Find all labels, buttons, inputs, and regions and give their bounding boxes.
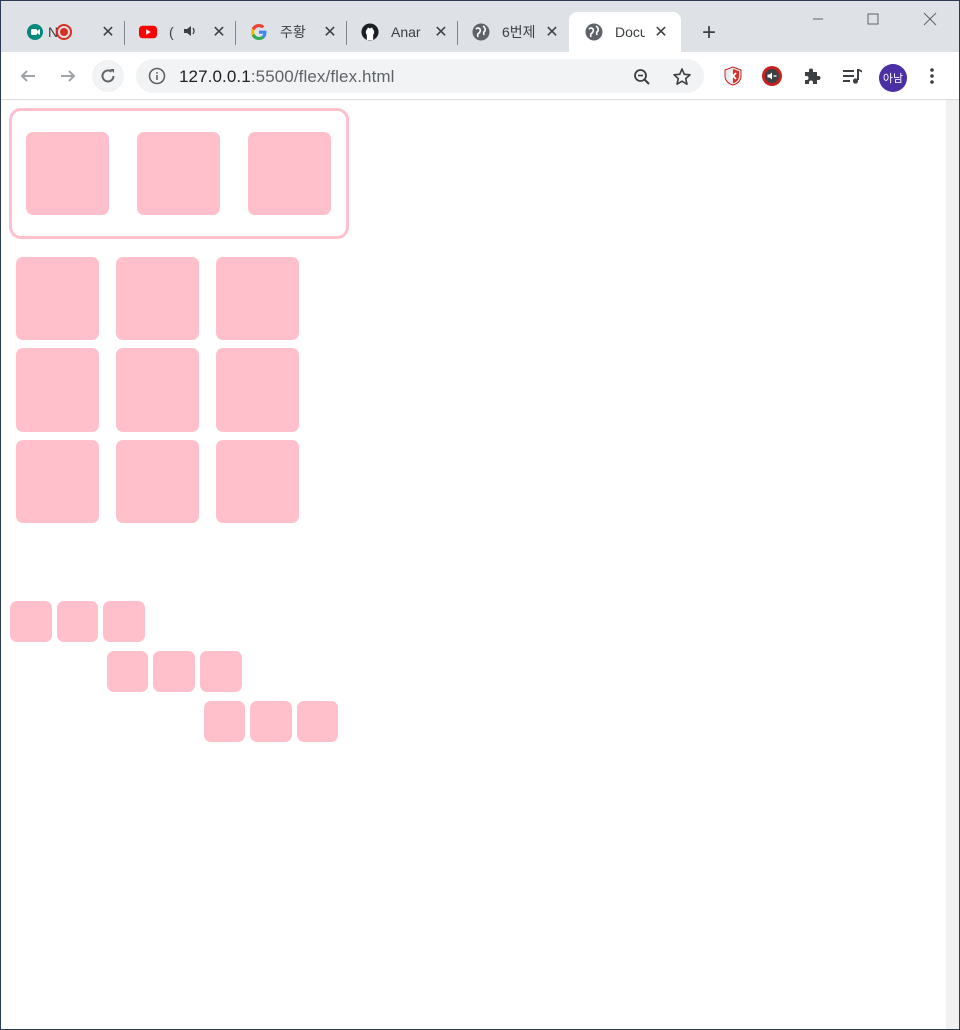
globe-icon xyxy=(585,23,603,41)
reload-button[interactable] xyxy=(92,60,124,92)
tab-youtube[interactable]: ( ✕ xyxy=(125,12,235,52)
minimize-icon xyxy=(813,18,823,20)
stair-box xyxy=(297,701,338,742)
tab-title: 6번제 xyxy=(502,24,536,40)
page-viewport xyxy=(1,100,946,1029)
grid-box xyxy=(116,257,199,340)
close-window-button[interactable] xyxy=(910,6,950,32)
google-icon xyxy=(250,23,268,41)
tab-github[interactable]: Anar ✕ xyxy=(347,12,457,52)
tab-title: Anar xyxy=(391,24,421,40)
grid-box xyxy=(16,440,99,523)
grid-box xyxy=(216,348,299,432)
stair-box xyxy=(107,651,148,692)
shield-extension-icon[interactable] xyxy=(721,64,745,88)
close-tab-icon[interactable]: ✕ xyxy=(653,24,669,41)
close-tab-icon[interactable]: ✕ xyxy=(211,24,227,41)
bookmark-star-icon[interactable] xyxy=(672,67,692,87)
media-queue-icon[interactable] xyxy=(840,64,864,88)
flex-box xyxy=(137,132,220,215)
tab-strip: N ✕ ( ✕ 주황 ✕ Anar ✕ 6번제 ✕ Docu ✕ + xyxy=(0,0,960,52)
flex-box xyxy=(26,132,109,215)
stair-box xyxy=(153,651,195,692)
close-icon xyxy=(923,12,937,26)
tab-title: 주황 xyxy=(280,24,306,40)
forward-button[interactable] xyxy=(52,60,84,92)
menu-kebab-icon[interactable] xyxy=(920,64,944,88)
grid-box xyxy=(116,440,199,523)
minimize-button[interactable] xyxy=(798,6,838,32)
grid-box xyxy=(116,348,199,432)
close-tab-icon[interactable]: ✕ xyxy=(100,24,116,41)
audio-icon xyxy=(183,24,197,40)
tab-meet[interactable]: N ✕ xyxy=(0,12,124,52)
address-bar[interactable]: 127.0.0.1:5500/flex/flex.html xyxy=(136,59,704,93)
info-icon[interactable] xyxy=(148,67,166,85)
stair-box xyxy=(250,701,292,742)
url-host: 127.0.0.1 xyxy=(179,67,251,86)
zoom-icon[interactable] xyxy=(632,67,652,87)
grid-box xyxy=(216,440,299,523)
tab-title: ( xyxy=(169,24,174,40)
back-arrow-icon xyxy=(20,70,35,82)
audio-extension-icon[interactable] xyxy=(760,64,784,88)
grid-box xyxy=(216,257,299,340)
grid-box xyxy=(16,348,99,432)
reload-icon xyxy=(101,69,115,83)
browser-toolbar: 127.0.0.1:5500/flex/flex.html 아남 xyxy=(0,52,960,100)
forward-arrow-icon xyxy=(61,70,76,82)
recording-icon xyxy=(56,24,72,40)
url-path: :5500/flex/flex.html xyxy=(250,67,395,86)
globe-icon xyxy=(472,23,490,41)
scrollbar[interactable] xyxy=(946,100,959,1029)
close-tab-icon[interactable]: ✕ xyxy=(433,24,449,41)
url-text[interactable]: 127.0.0.1:5500/flex/flex.html xyxy=(179,67,395,87)
tab-google[interactable]: 주황 ✕ xyxy=(236,12,346,52)
grid-box xyxy=(16,257,99,340)
close-tab-icon[interactable]: ✕ xyxy=(544,24,560,41)
extensions-puzzle-icon[interactable] xyxy=(800,64,824,88)
tab-title: Docu xyxy=(615,24,645,40)
stair-box xyxy=(10,601,52,642)
youtube-icon xyxy=(139,23,157,41)
back-button[interactable] xyxy=(12,60,44,92)
flex-box xyxy=(248,132,331,215)
new-tab-button[interactable]: + xyxy=(696,19,722,46)
maximize-button[interactable] xyxy=(853,6,893,32)
close-tab-icon[interactable]: ✕ xyxy=(322,24,338,41)
tab-6th[interactable]: 6번제 ✕ xyxy=(458,12,568,52)
tab-document[interactable]: Docu ✕ xyxy=(569,12,681,52)
stair-box xyxy=(57,601,98,642)
github-icon xyxy=(361,23,379,41)
stair-box xyxy=(204,701,245,742)
avatar[interactable]: 아남 xyxy=(879,64,907,92)
stair-box xyxy=(103,601,145,642)
maximize-icon xyxy=(867,13,879,25)
stair-box xyxy=(200,651,242,692)
google-meet-icon xyxy=(26,23,44,41)
